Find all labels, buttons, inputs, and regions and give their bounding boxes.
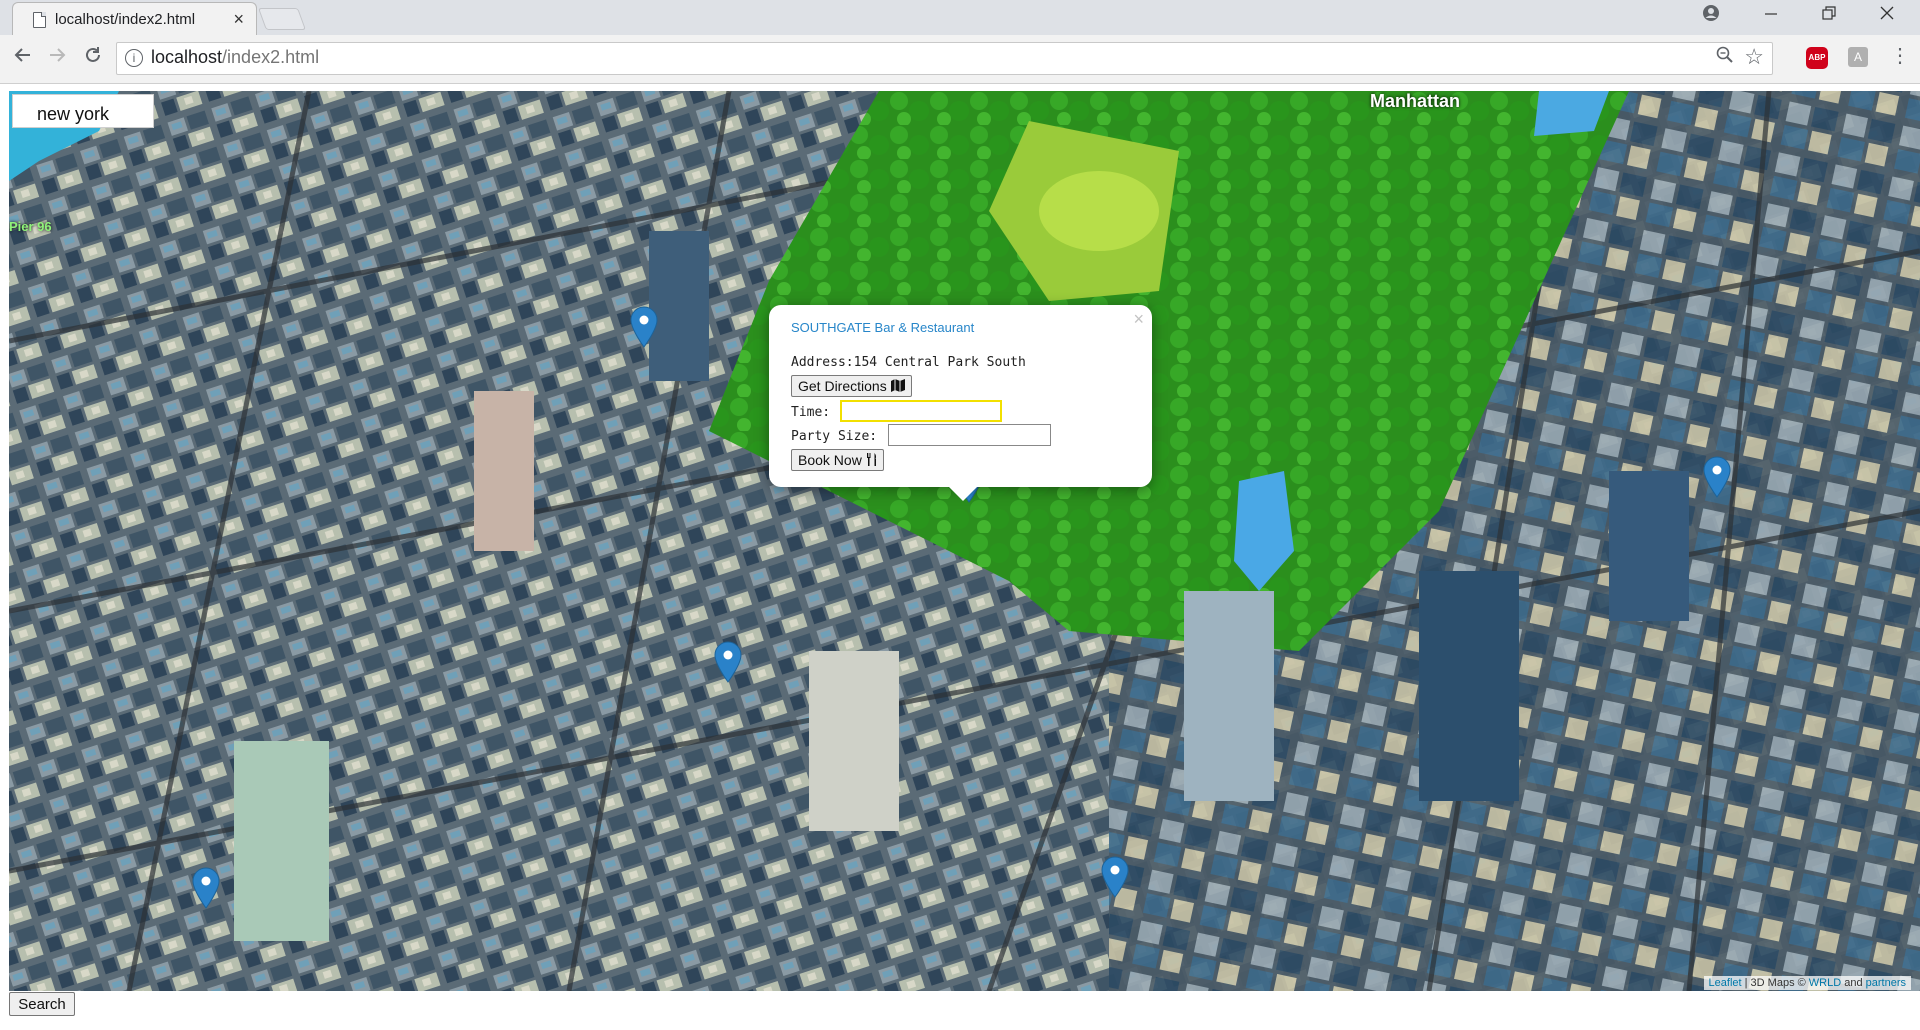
time-input[interactable] [840, 400, 1002, 422]
map-marker-pin[interactable] [714, 641, 742, 683]
party-size-label: Party Size: [791, 429, 878, 444]
url-text[interactable]: localhost/index2.html [151, 47, 319, 68]
map-label-manhattan: Manhattan [1370, 91, 1460, 111]
map-view[interactable]: Manhattan Pier 96 Leaflet | 3D Maps © WR… [9, 91, 1920, 991]
minimize-icon[interactable] [1756, 4, 1786, 26]
map-marker-pin[interactable] [630, 306, 658, 348]
new-tab-button[interactable] [257, 8, 307, 30]
bookmark-star-icon[interactable]: ☆ [1744, 44, 1764, 70]
forward-icon[interactable] [42, 45, 72, 71]
close-window-icon[interactable] [1872, 4, 1902, 26]
tab-close-icon[interactable]: × [233, 9, 244, 30]
attribution-text: | 3D Maps © [1741, 977, 1809, 989]
map-marker-pin[interactable] [1703, 456, 1731, 498]
url-host: localhost [151, 47, 223, 67]
map-label-pier: Pier 96 [9, 219, 52, 234]
time-label: Time: [791, 405, 831, 420]
restaurant-popup: × SOUTHGATE Bar & Restaurant Address:154… [769, 305, 1152, 501]
browser-tab-strip: localhost/index2.html × [0, 0, 1920, 36]
popup-title: SOUTHGATE Bar & Restaurant [791, 320, 975, 335]
back-icon[interactable] [8, 45, 38, 71]
address-line: Address:154 Central Park South [791, 355, 1026, 370]
get-directions-button[interactable]: Get Directions [791, 375, 912, 397]
attribution-and: and [1841, 977, 1866, 989]
get-directions-label: Get Directions [798, 378, 887, 394]
address-label: Address: [791, 355, 854, 370]
leaflet-link[interactable]: Leaflet [1709, 977, 1742, 989]
map-3d-render[interactable] [9, 91, 1920, 991]
restore-icon[interactable] [1814, 4, 1844, 26]
partners-link[interactable]: partners [1866, 977, 1906, 989]
map-attribution: Leaflet | 3D Maps © WRLD and partners [1703, 976, 1911, 990]
tab-title: localhost/index2.html [55, 11, 196, 28]
info-icon[interactable]: i [125, 49, 143, 67]
address-value: 154 Central Park South [853, 355, 1026, 370]
document-icon [33, 12, 46, 28]
wrld-link[interactable]: WRLD [1809, 977, 1841, 989]
popup-tip [949, 487, 977, 501]
browser-tab[interactable]: localhost/index2.html × [12, 2, 257, 36]
map-marker-pin[interactable] [192, 867, 220, 909]
cutlery-icon [866, 453, 876, 466]
reload-icon[interactable] [78, 45, 108, 71]
book-now-label: Book Now [798, 452, 862, 468]
map-marker-pin[interactable] [1101, 856, 1129, 898]
address-bar[interactable]: i localhost/index2.html ☆ [116, 42, 1773, 75]
browser-toolbar: i localhost/index2.html ☆ ABP A ⋮ [0, 35, 1920, 84]
location-search-input[interactable] [12, 94, 154, 128]
party-size-input[interactable] [888, 424, 1051, 446]
search-button[interactable]: Search [9, 992, 75, 1016]
book-now-button[interactable]: Book Now [791, 449, 884, 471]
url-path: /index2.html [222, 47, 320, 67]
adblock-icon[interactable]: ABP [1806, 47, 1828, 69]
zoom-icon[interactable] [1716, 46, 1734, 70]
map-icon [890, 379, 905, 392]
extension-icon[interactable]: A [1848, 47, 1868, 67]
profile-icon[interactable] [1696, 4, 1726, 28]
browser-menu-icon[interactable]: ⋮ [1890, 43, 1910, 68]
popup-close-icon[interactable]: × [1133, 309, 1144, 330]
